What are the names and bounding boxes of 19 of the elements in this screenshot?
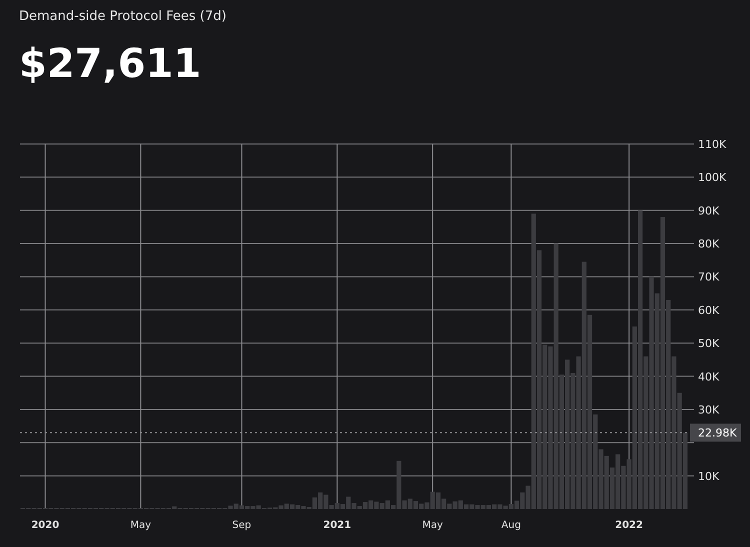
axis-label: 30K <box>698 403 720 416</box>
axis-label: May <box>422 520 443 531</box>
axis-label: 60K <box>698 304 720 317</box>
total-value: $27,611 <box>19 40 202 88</box>
axis-label: 80K <box>698 238 720 251</box>
axis-label: 70K <box>698 270 720 284</box>
axis-label: 50K <box>698 337 720 350</box>
chart-title: Demand-side Protocol Fees (7d) <box>19 8 226 26</box>
axis-label: 2020 <box>31 520 60 531</box>
axis-label: 2021 <box>323 520 352 531</box>
axis-label: Aug <box>501 520 521 531</box>
axis-label: Sep <box>232 520 252 531</box>
axis-label: 100K <box>698 171 726 184</box>
axis-label: 2022 <box>615 520 643 531</box>
axis-label: 40K <box>698 370 720 384</box>
axis-label: 10K <box>698 470 720 483</box>
axis-label: May <box>130 520 152 531</box>
axis-label: 110K <box>698 138 726 151</box>
axis-label: 90K <box>698 204 720 218</box>
